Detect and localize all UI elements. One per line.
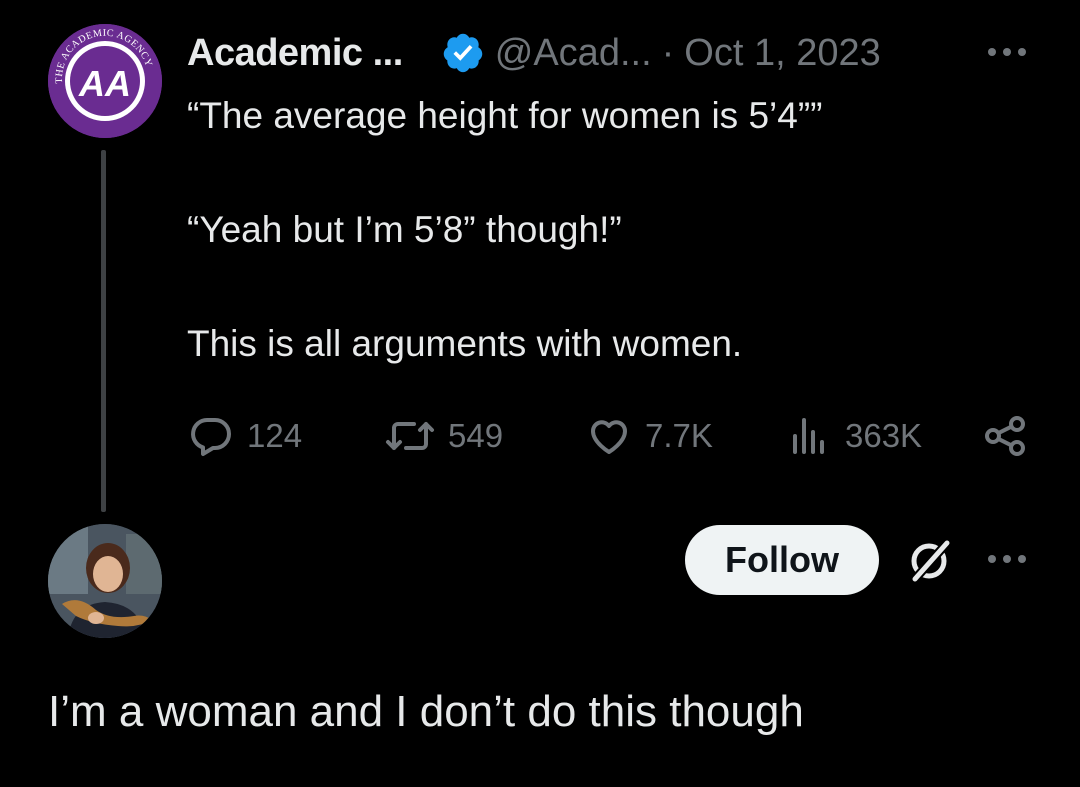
more-options-icon[interactable]	[985, 545, 1029, 573]
views-button[interactable]: 363K	[785, 408, 922, 464]
follow-button[interactable]: Follow	[685, 525, 879, 595]
tweet-action-bar: 124 549 7.7K 363K	[187, 408, 1037, 464]
author-handle[interactable]: @Acad...	[495, 32, 652, 75]
reply-count: 124	[247, 417, 303, 454]
tweet-line: “The average height for women is 5’4””	[187, 95, 823, 136]
like-button[interactable]: 7.7K	[585, 408, 713, 464]
svg-text:AA: AA	[78, 63, 131, 104]
like-count: 7.7K	[645, 417, 713, 454]
author-avatar[interactable]: THE ACADEMIC AGENCY AA	[48, 24, 162, 138]
header-separator: ·	[661, 31, 675, 74]
verified-badge-icon	[443, 33, 483, 73]
tweet-line: “Yeah but I’m 5’8” though!”	[187, 209, 622, 250]
grok-icon[interactable]	[903, 535, 955, 587]
share-icon	[985, 416, 1025, 456]
reply-icon	[191, 418, 231, 456]
author-name[interactable]: Academic ...	[187, 32, 403, 75]
heart-icon	[590, 420, 628, 454]
reply-author-avatar[interactable]	[48, 524, 162, 638]
reply-tweet-text: I’m a woman and I don’t do this though	[48, 687, 804, 736]
repost-icon	[386, 422, 434, 450]
tweet-date[interactable]: Oct 1, 2023	[684, 32, 880, 75]
share-button[interactable]	[981, 408, 1029, 464]
repost-count: 549	[448, 417, 504, 454]
reply-button[interactable]: 124	[187, 408, 302, 464]
repost-button[interactable]: 549	[384, 408, 503, 464]
tweet-line: This is all arguments with women.	[187, 323, 743, 364]
view-count: 363K	[845, 417, 923, 454]
tweet-body: “The average height for women is 5’4”” “…	[187, 92, 1047, 368]
profile-photo	[48, 524, 162, 638]
academic-agency-logo: THE ACADEMIC AGENCY AA	[48, 24, 162, 138]
analytics-icon	[793, 418, 824, 454]
tweet-header: Academic ... @Acad... · Oct 1, 2023	[187, 28, 881, 78]
more-options-icon[interactable]	[985, 38, 1029, 66]
thread-connector-line	[101, 150, 106, 512]
